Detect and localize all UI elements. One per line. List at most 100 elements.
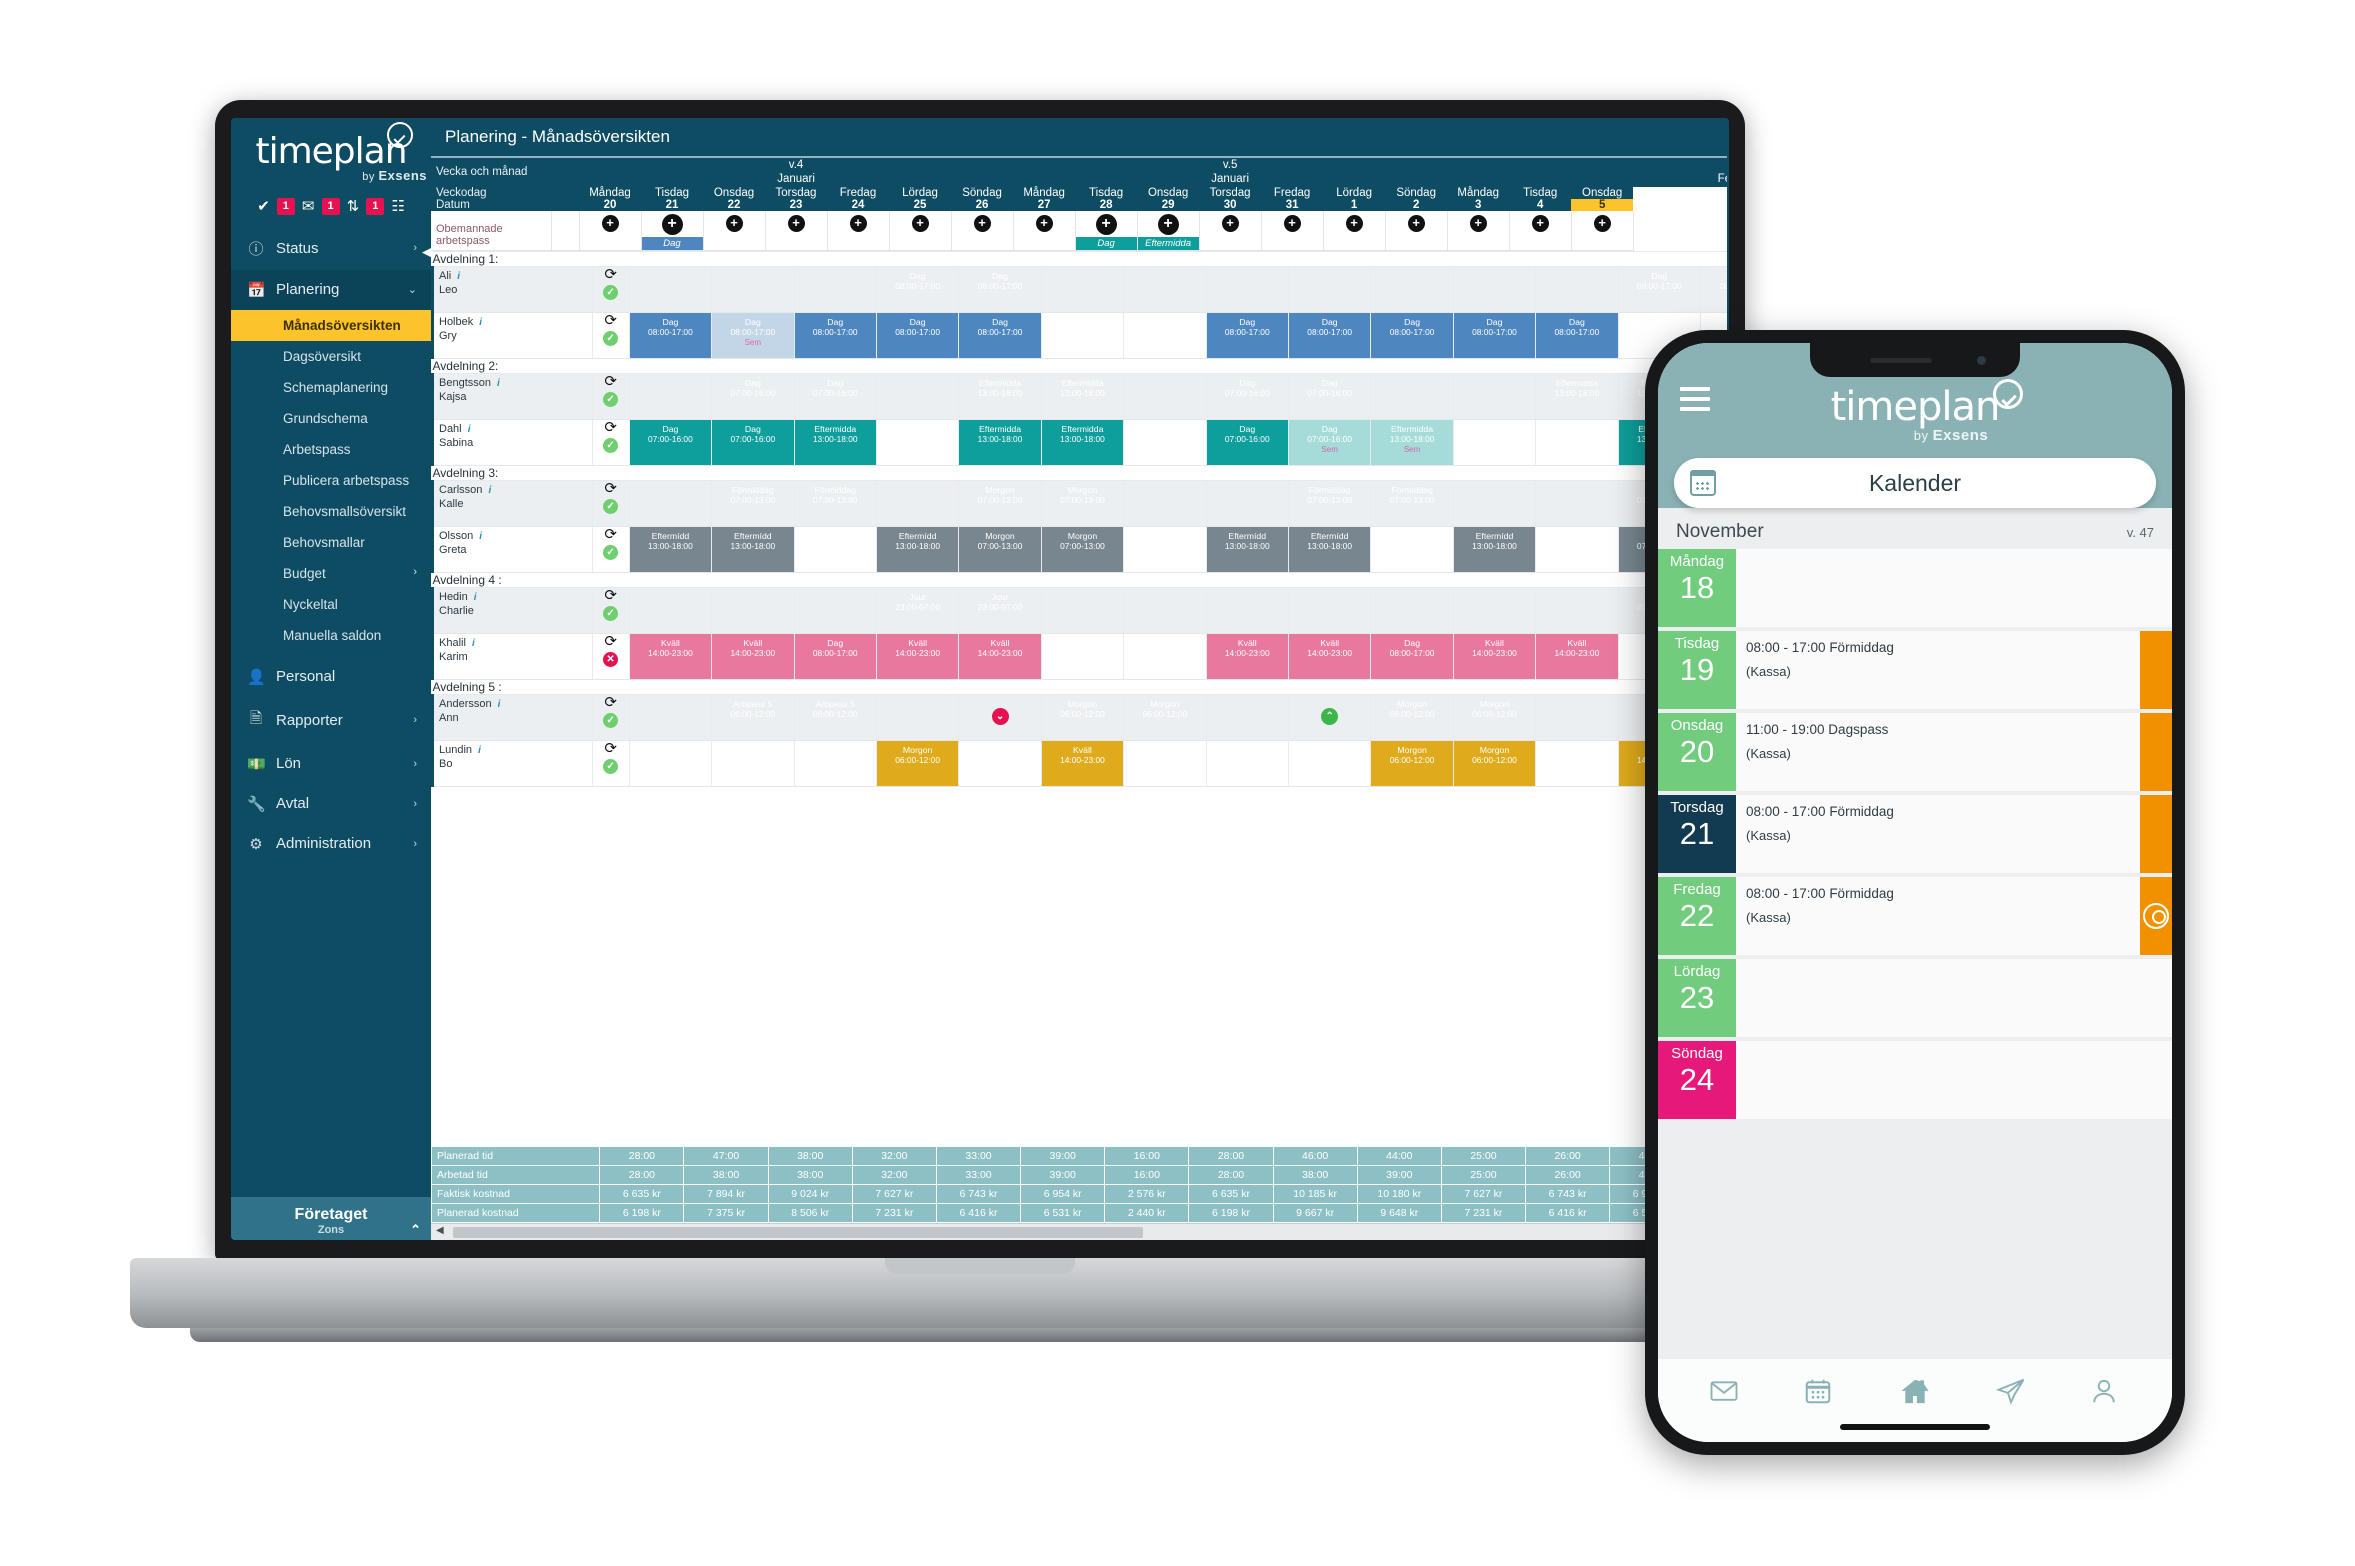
sidebar-subitem-manuella-saldon[interactable]: Manuella saldon (231, 620, 431, 651)
shift-cell-empty[interactable] (1123, 419, 1207, 466)
info-icon[interactable]: i (472, 638, 475, 649)
sidebar-subitem-budget[interactable]: Budget › (231, 558, 431, 589)
plus-icon[interactable]: + (1407, 214, 1425, 232)
shift-cell-empty[interactable] (1453, 419, 1537, 466)
shift-cell[interactable]: Kväll14:00-23:00 (711, 633, 795, 680)
shift-block[interactable]: Kväll14:00-23:00 (1289, 634, 1370, 679)
phone-day-row[interactable]: Lördag 23 (1658, 959, 2172, 1038)
shift-cell[interactable]: Dag08:00-17:00 (1535, 312, 1619, 359)
shift-cell[interactable]: Arbpass 5 06:00-12:00 (794, 694, 877, 741)
phone-day-row[interactable]: Torsdag 21 08:00 - 17:00 Förmiddag (Kassa) (1658, 795, 2172, 874)
shift-cell[interactable]: Eftermidda13:00-18:00 (1041, 419, 1125, 466)
shift-block[interactable]: Dag08:00-17:00 (795, 634, 876, 679)
shift-cell[interactable]: Eftermidda13:00-18:00 (958, 373, 1042, 420)
shift-block[interactable]: Jour23:00-07:00 (877, 588, 958, 633)
calendar-icon[interactable] (1800, 1376, 1838, 1410)
employee-status-cell[interactable]: ⟳ ✓ (592, 266, 630, 313)
refresh-icon[interactable]: ⟳ (593, 588, 629, 603)
add-shift-cell[interactable]: + (1138, 211, 1199, 235)
shift-block[interactable]: Arbpass 5 06:00-12:00 (795, 695, 876, 740)
unmanned-cell[interactable]: + (1509, 210, 1572, 251)
shift-block[interactable]: Förmiddag 07:00-13:00 (795, 481, 876, 526)
shift-cell-empty[interactable] (1206, 480, 1289, 527)
day-number-header[interactable]: 1 (1323, 198, 1386, 211)
day-number-header[interactable]: 23 (765, 198, 827, 211)
phone-shift-stripe[interactable] (2140, 959, 2172, 1037)
add-shift-cell[interactable]: + (952, 211, 1013, 232)
day-number-header[interactable]: 30 (1199, 198, 1262, 211)
unmanned-cell[interactable]: + (1447, 210, 1510, 251)
phone-shift-stripe[interactable] (2140, 877, 2172, 956)
day-number-header[interactable]: 5 (1571, 198, 1634, 211)
shift-cell-empty[interactable] (1453, 480, 1537, 527)
shift-cell-empty[interactable] (1535, 740, 1619, 787)
shift-block[interactable]: Kväll14:00-23:00 (1207, 634, 1288, 679)
plus-icon[interactable]: + (1345, 214, 1363, 232)
shift-block[interactable]: Dag08:00-17:00 (1289, 313, 1370, 358)
shift-cell[interactable]: ⌃ (1288, 694, 1372, 741)
shift-block[interactable]: Förmiddag 07:00-13:00 (1371, 481, 1452, 526)
shift-block[interactable]: Eftermídd 13:00-18:00 (712, 527, 793, 572)
shift-cell[interactable]: Dag08:00-17:00 (1618, 266, 1701, 313)
unmanned-cell[interactable]: + Dag (641, 210, 704, 251)
check-icon[interactable]: ✓ (603, 605, 619, 621)
shift-cell-empty[interactable] (1288, 266, 1372, 313)
sidebar-item-status[interactable]: ⓘ Status › (231, 227, 431, 270)
info-icon[interactable]: i (457, 271, 460, 282)
check-icon[interactable]: ✓ (603, 498, 619, 514)
shift-block[interactable]: Morgon07:00-13:00 (959, 527, 1040, 572)
phone-calendar-body[interactable]: November v. 47 Måndag 18 Tisdag 19 08:00 - 1… (1658, 508, 2172, 1358)
shift-block[interactable]: Dag08:00-17:00 (1536, 313, 1617, 358)
shift-cell-empty[interactable] (1123, 526, 1207, 573)
shift-cell[interactable]: Arbpass 5 06:00-12:00 (711, 694, 795, 741)
shift-block[interactable]: Dag08:00-17:00 (877, 267, 958, 312)
shift-block[interactable]: Eftermídd 13:00-18:00 (630, 527, 711, 572)
unmanned-cell[interactable]: + (951, 210, 1014, 251)
shift-cell[interactable]: Dag 07:00-16:00 (794, 373, 877, 420)
sidebar-subitem-grundschema[interactable]: Grundschema (231, 403, 431, 434)
employee-name-cell[interactable]: Dahl i Sabina (431, 419, 593, 466)
shift-cell[interactable]: ⌄ (958, 694, 1042, 741)
swap-person-icon[interactable] (2143, 903, 2169, 930)
shift-block[interactable]: Dag08:00-17:00 (630, 313, 711, 358)
shift-cell-empty[interactable] (1206, 740, 1289, 787)
add-shift-cell[interactable]: + (1386, 211, 1447, 232)
refresh-icon[interactable]: ⟳ (593, 374, 629, 389)
shift-cell[interactable]: Jour23:00-07:00 (876, 587, 960, 634)
sidebar-collapse-icon[interactable]: ◀ (422, 244, 432, 260)
shift-cell[interactable]: Morgon06:00-12:00 (1453, 694, 1537, 741)
shift-cell-empty[interactable] (1206, 694, 1289, 741)
day-number-header[interactable]: 25 (889, 198, 951, 211)
employee-name-cell[interactable]: Andersson i Ann (431, 694, 593, 741)
phone-day-content[interactable]: 08:00 - 17:00 Förmiddag (Kassa) (1736, 877, 2140, 955)
shift-cell-empty[interactable] (1041, 587, 1125, 634)
plus-icon[interactable]: + (1593, 214, 1611, 232)
shift-cell[interactable]: Dag08:00-17:00 (1288, 312, 1372, 359)
refresh-icon[interactable]: ⟳ (593, 420, 629, 435)
employee-status-cell[interactable]: ⟳ ✓ (592, 526, 630, 573)
shift-block[interactable]: Eftermidda13:00-18:00 (1042, 374, 1123, 419)
sidebar-subitem-publicera-arbetspass[interactable]: Publicera arbetspass (231, 465, 431, 496)
shift-block[interactable]: Dag 07:00-16:00 (712, 420, 793, 465)
shift-cell[interactable]: Kväll14:00-23:00 (1453, 633, 1537, 680)
sidebar-item-lon[interactable]: 💵 Lön › (231, 744, 431, 784)
shift-cell[interactable]: Morgon06:00-12:00 (1370, 740, 1454, 787)
swap-icon[interactable]: ⇅ (347, 199, 360, 214)
sidebar-item-planering[interactable]: 📅 Planering ⌄ (231, 269, 431, 310)
shift-cell[interactable]: Förmiddag 07:00-13:00 (794, 480, 877, 527)
shift-block[interactable]: Kväll14:00-23:00 (712, 634, 793, 679)
shift-block[interactable]: Eftermídd 13:00-18:00 (1207, 527, 1288, 572)
shift-cell[interactable]: Dag08:00-17:00 (876, 312, 960, 359)
shift-cell-empty[interactable] (1535, 480, 1619, 527)
add-shift-cell[interactable]: + (1324, 211, 1385, 232)
shift-block[interactable]: Eftermidda13:00-18:00 (1536, 374, 1617, 419)
shift-cell-empty[interactable] (629, 694, 713, 741)
shift-block[interactable]: Dag08:00-17:00 (959, 267, 1040, 312)
employee-name-cell[interactable]: Hedin i Charlie (431, 587, 593, 634)
shift-cell-empty[interactable] (1453, 373, 1537, 420)
day-number-header[interactable]: 21 (641, 198, 703, 211)
shift-cell[interactable]: Kväll14:00-23:00 (876, 633, 960, 680)
shift-block[interactable]: Morgon06:00-12:00 (1371, 695, 1452, 740)
shift-block[interactable]: Dag08:00-17:00 (1207, 313, 1288, 358)
shift-cell-empty[interactable] (1123, 633, 1207, 680)
